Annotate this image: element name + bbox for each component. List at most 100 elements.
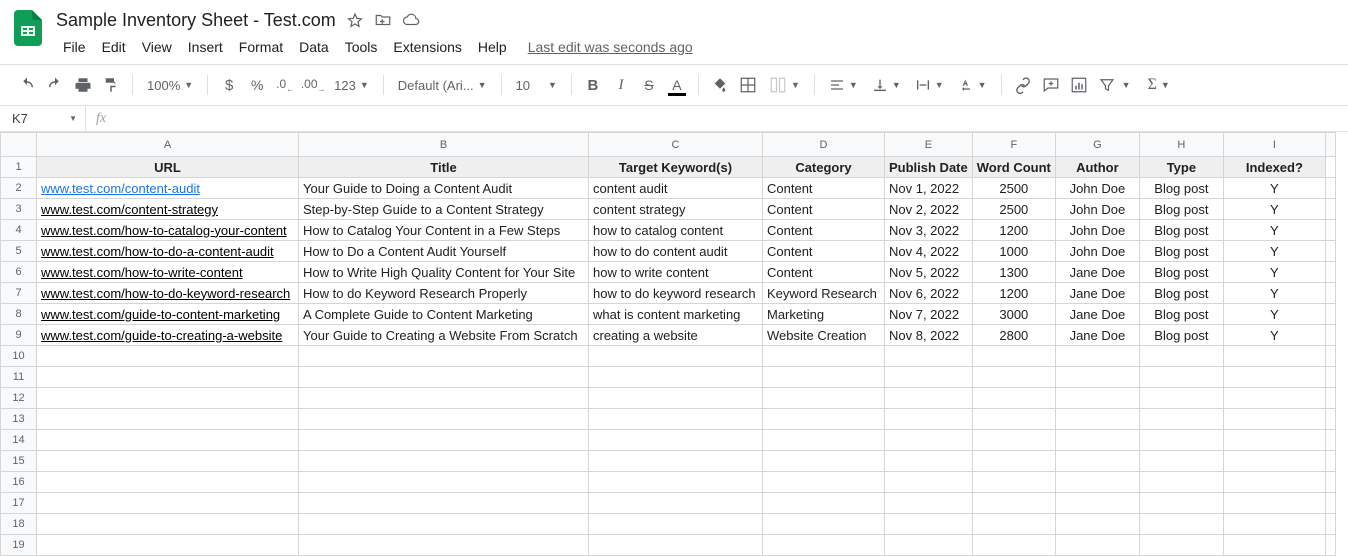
cell[interactable]: [885, 388, 973, 409]
cell[interactable]: [763, 451, 885, 472]
cell-keyword[interactable]: content strategy: [589, 199, 763, 220]
cell-keyword[interactable]: how to catalog content: [589, 220, 763, 241]
bold-button[interactable]: B: [580, 72, 606, 98]
cell[interactable]: [1223, 409, 1325, 430]
cell[interactable]: [1055, 367, 1139, 388]
cell[interactable]: [1139, 514, 1223, 535]
cell-indexed[interactable]: Y: [1223, 283, 1325, 304]
cell-type[interactable]: Blog post: [1139, 178, 1223, 199]
cell[interactable]: [1223, 388, 1325, 409]
row-header[interactable]: 9: [1, 325, 37, 346]
cell-author[interactable]: John Doe: [1055, 220, 1139, 241]
cell[interactable]: [1325, 262, 1335, 283]
cell-url[interactable]: www.test.com/how-to-catalog-your-content: [37, 220, 299, 241]
menu-edit[interactable]: Edit: [95, 36, 133, 58]
cell[interactable]: [1223, 346, 1325, 367]
row-header[interactable]: 5: [1, 241, 37, 262]
cell[interactable]: [885, 493, 973, 514]
row-header[interactable]: 15: [1, 451, 37, 472]
column-header[interactable]: I: [1223, 133, 1325, 157]
cell-indexed[interactable]: Y: [1223, 325, 1325, 346]
row-header[interactable]: 13: [1, 409, 37, 430]
cell[interactable]: [1055, 409, 1139, 430]
cell-indexed[interactable]: Y: [1223, 220, 1325, 241]
row-header[interactable]: 18: [1, 514, 37, 535]
cell-date[interactable]: Nov 1, 2022: [885, 178, 973, 199]
cell-url[interactable]: www.test.com/how-to-do-keyword-research: [37, 283, 299, 304]
cell[interactable]: [1055, 493, 1139, 514]
cell[interactable]: [1325, 409, 1335, 430]
cell-keyword[interactable]: what is content marketing: [589, 304, 763, 325]
vertical-align-dropdown[interactable]: ▼: [866, 72, 907, 98]
row-header[interactable]: 7: [1, 283, 37, 304]
filter-button[interactable]: [1094, 72, 1120, 98]
table-header-cell[interactable]: Target Keyword(s): [589, 157, 763, 178]
undo-button[interactable]: [14, 72, 40, 98]
cell[interactable]: [37, 472, 299, 493]
cell-author[interactable]: Jane Doe: [1055, 325, 1139, 346]
cell[interactable]: [589, 346, 763, 367]
menu-help[interactable]: Help: [471, 36, 514, 58]
cell[interactable]: [763, 409, 885, 430]
insert-chart-button[interactable]: [1066, 72, 1092, 98]
cell-author[interactable]: John Doe: [1055, 241, 1139, 262]
menu-view[interactable]: View: [135, 36, 179, 58]
cell[interactable]: [299, 451, 589, 472]
cell-category[interactable]: Website Creation: [763, 325, 885, 346]
cell[interactable]: [763, 430, 885, 451]
text-wrap-dropdown[interactable]: ▼: [909, 72, 950, 98]
cell[interactable]: [1325, 535, 1335, 556]
column-header[interactable]: B: [299, 133, 589, 157]
cell[interactable]: [589, 514, 763, 535]
column-header[interactable]: G: [1055, 133, 1139, 157]
cell-author[interactable]: John Doe: [1055, 199, 1139, 220]
cell[interactable]: [972, 388, 1055, 409]
cell[interactable]: [37, 451, 299, 472]
cell[interactable]: [763, 346, 885, 367]
cell[interactable]: [589, 493, 763, 514]
column-header[interactable]: [1325, 133, 1335, 157]
cell[interactable]: [299, 367, 589, 388]
cell-type[interactable]: Blog post: [1139, 220, 1223, 241]
row-header[interactable]: 12: [1, 388, 37, 409]
cell[interactable]: [37, 535, 299, 556]
cell[interactable]: [1223, 535, 1325, 556]
cell-category[interactable]: Content: [763, 241, 885, 262]
horizontal-align-dropdown[interactable]: ▼: [823, 72, 864, 98]
cell[interactable]: [589, 367, 763, 388]
cell[interactable]: [972, 535, 1055, 556]
cell[interactable]: [972, 451, 1055, 472]
row-header[interactable]: 2: [1, 178, 37, 199]
cell[interactable]: [1055, 430, 1139, 451]
cell-category[interactable]: Content: [763, 262, 885, 283]
column-header[interactable]: A: [37, 133, 299, 157]
cell[interactable]: [589, 451, 763, 472]
percent-button[interactable]: %: [244, 72, 270, 98]
cell[interactable]: [1325, 283, 1335, 304]
increase-decimal-button[interactable]: .00→: [300, 72, 326, 98]
cell[interactable]: [1325, 178, 1335, 199]
print-button[interactable]: [70, 72, 96, 98]
cell-date[interactable]: Nov 6, 2022: [885, 283, 973, 304]
cell-wordcount[interactable]: 1300: [972, 262, 1055, 283]
cell[interactable]: [299, 388, 589, 409]
select-all-corner[interactable]: [1, 133, 37, 157]
cell-indexed[interactable]: Y: [1223, 262, 1325, 283]
cell-title[interactable]: How to Do a Content Audit Yourself: [299, 241, 589, 262]
cell[interactable]: [1325, 346, 1335, 367]
text-color-button[interactable]: A: [664, 72, 690, 98]
cell-wordcount[interactable]: 2800: [972, 325, 1055, 346]
cell[interactable]: [972, 346, 1055, 367]
cell-date[interactable]: Nov 7, 2022: [885, 304, 973, 325]
cell-author[interactable]: Jane Doe: [1055, 304, 1139, 325]
cell[interactable]: [885, 451, 973, 472]
cell-keyword[interactable]: how to do keyword research: [589, 283, 763, 304]
cell-keyword[interactable]: content audit: [589, 178, 763, 199]
cell-title[interactable]: A Complete Guide to Content Marketing: [299, 304, 589, 325]
cell-indexed[interactable]: Y: [1223, 199, 1325, 220]
cell[interactable]: [1325, 388, 1335, 409]
zoom-dropdown[interactable]: 100%▼: [141, 72, 199, 98]
column-header[interactable]: H: [1139, 133, 1223, 157]
menu-extensions[interactable]: Extensions: [386, 36, 468, 58]
cell[interactable]: [1325, 199, 1335, 220]
